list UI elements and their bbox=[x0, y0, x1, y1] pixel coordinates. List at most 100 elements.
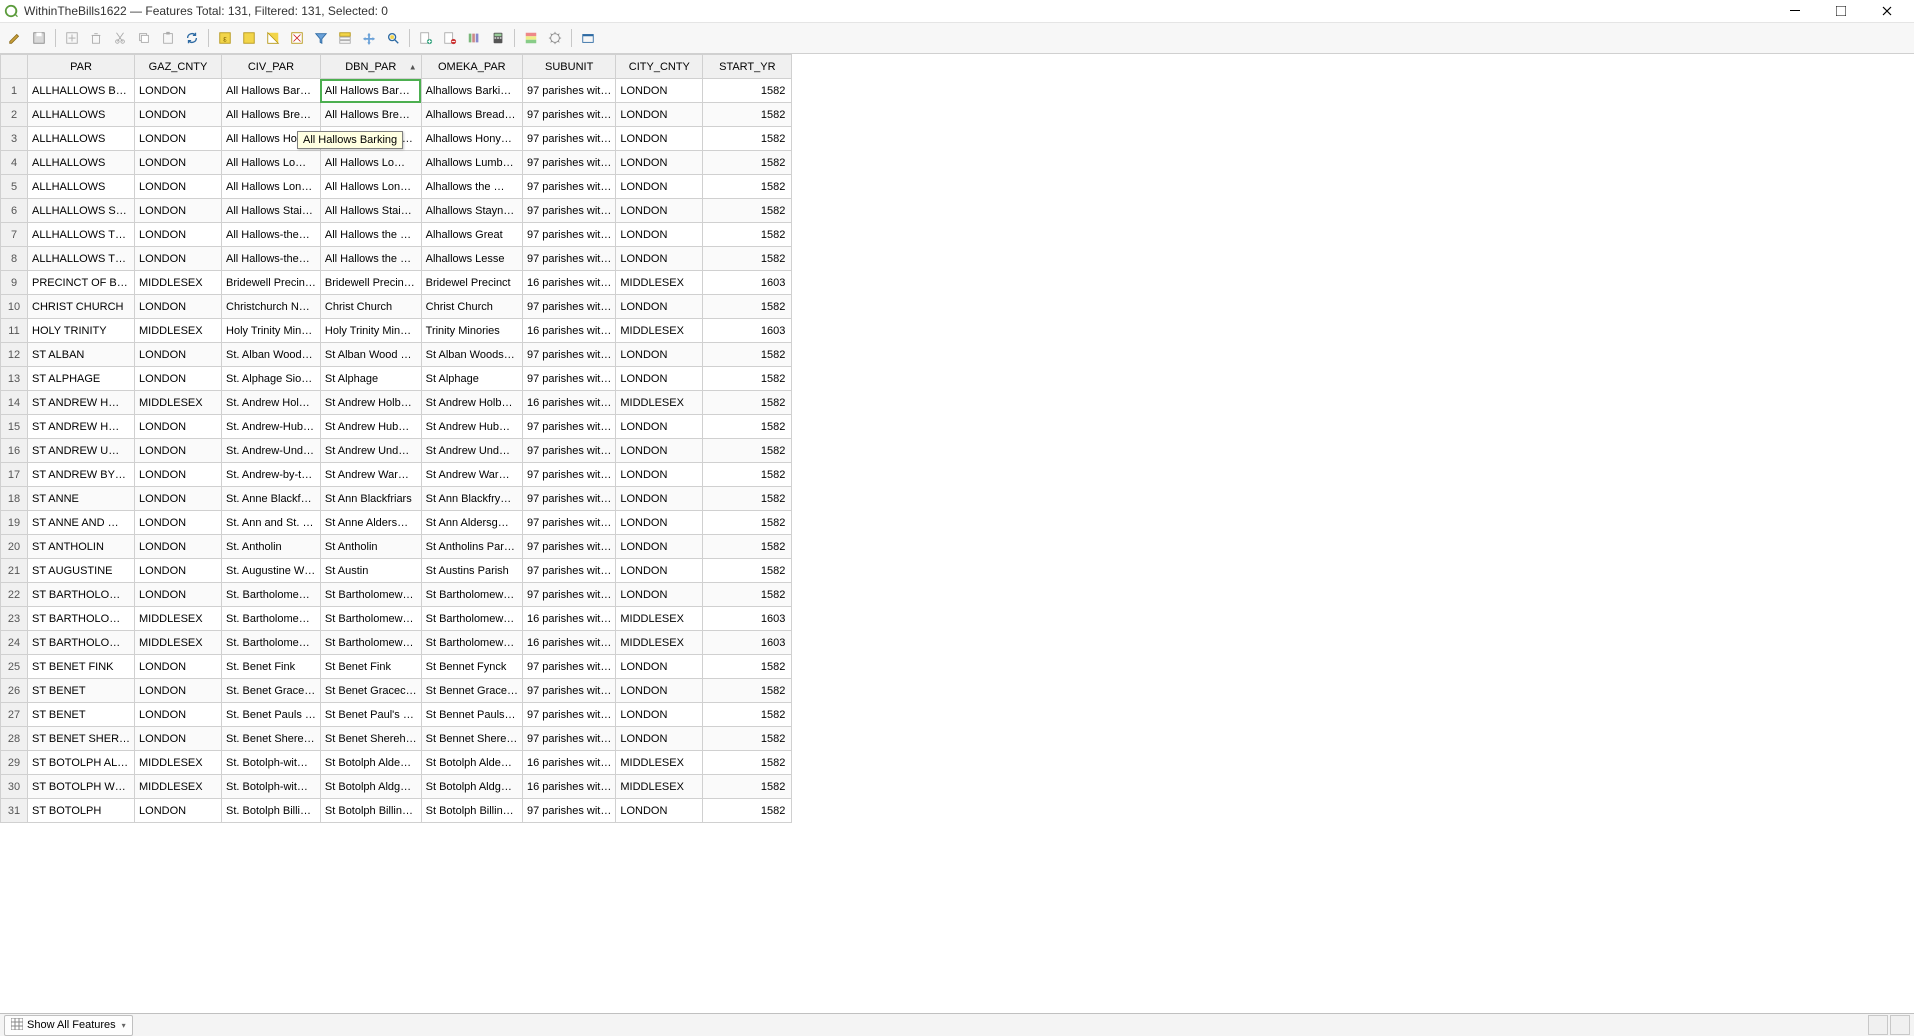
cell-sub[interactable]: 97 parishes wit… bbox=[522, 79, 615, 103]
table-row[interactable]: 9PRECINCT OF B…MIDDLESEXBridewell Precin… bbox=[1, 271, 792, 295]
cell-sub[interactable]: 97 parishes wit… bbox=[522, 655, 615, 679]
cell-par[interactable]: ST BARTHOLO… bbox=[28, 631, 135, 655]
delete-field-icon[interactable] bbox=[439, 27, 461, 49]
cell-yr[interactable]: 1582 bbox=[703, 487, 792, 511]
row-number-cell[interactable]: 29 bbox=[1, 751, 28, 775]
cell-yr[interactable]: 1582 bbox=[703, 535, 792, 559]
cell-sub[interactable]: 97 parishes wit… bbox=[522, 103, 615, 127]
cell-civ[interactable]: All Hallows Lo… bbox=[222, 151, 321, 175]
cell-dbn[interactable]: St Benet Gracec… bbox=[320, 679, 421, 703]
cell-dbn[interactable]: St Andrew Und… bbox=[320, 439, 421, 463]
cell-dbn[interactable]: All Hallows Stai… bbox=[320, 199, 421, 223]
table-row[interactable]: 16ST ANDREW U…LONDONSt. Andrew-Und…St An… bbox=[1, 439, 792, 463]
cell-dbn[interactable]: St Anne Alders… bbox=[320, 511, 421, 535]
cell-par[interactable]: ST BENET bbox=[28, 703, 135, 727]
cell-omk[interactable]: St Botolph Aldg… bbox=[421, 775, 522, 799]
table-row[interactable]: 24ST BARTHOLO…MIDDLESEXSt. Bartholome…St… bbox=[1, 631, 792, 655]
organize-columns-icon[interactable] bbox=[463, 27, 485, 49]
cell-gaz[interactable]: LONDON bbox=[135, 151, 222, 175]
minimize-button[interactable] bbox=[1772, 0, 1818, 22]
cell-yr[interactable]: 1582 bbox=[703, 175, 792, 199]
cell-civ[interactable]: St. Bartholome… bbox=[222, 583, 321, 607]
cell-par[interactable]: ALLHALLOWS S… bbox=[28, 199, 135, 223]
cell-yr[interactable]: 1582 bbox=[703, 775, 792, 799]
cell-cty[interactable]: MIDDLESEX bbox=[616, 271, 703, 295]
cell-dbn[interactable]: St Alban Wood … bbox=[320, 343, 421, 367]
row-number-cell[interactable]: 24 bbox=[1, 631, 28, 655]
cell-civ[interactable]: All Hallows Bar… bbox=[222, 79, 321, 103]
col-header-city-cnty[interactable]: CITY_CNTY bbox=[616, 55, 703, 79]
cell-gaz[interactable]: LONDON bbox=[135, 511, 222, 535]
actions-icon[interactable] bbox=[544, 27, 566, 49]
cell-omk[interactable]: St Andrew Hub… bbox=[421, 415, 522, 439]
table-row[interactable]: 2ALLHALLOWSLONDONAll Hallows Bre…All Hal… bbox=[1, 103, 792, 127]
row-number-cell[interactable]: 1 bbox=[1, 79, 28, 103]
cell-gaz[interactable]: LONDON bbox=[135, 247, 222, 271]
row-number-cell[interactable]: 2 bbox=[1, 103, 28, 127]
cell-cty[interactable]: LONDON bbox=[616, 223, 703, 247]
cell-civ[interactable]: St. Benet Pauls … bbox=[222, 703, 321, 727]
row-number-cell[interactable]: 12 bbox=[1, 343, 28, 367]
cell-dbn[interactable]: All Hallows Lon… bbox=[320, 175, 421, 199]
cell-gaz[interactable]: LONDON bbox=[135, 655, 222, 679]
cell-dbn[interactable]: Bridewell Precin… bbox=[320, 271, 421, 295]
row-number-cell[interactable]: 23 bbox=[1, 607, 28, 631]
cell-sub[interactable]: 97 parishes wit… bbox=[522, 343, 615, 367]
cell-cty[interactable]: LONDON bbox=[616, 151, 703, 175]
cell-gaz[interactable]: LONDON bbox=[135, 295, 222, 319]
cell-civ[interactable]: Christchurch N… bbox=[222, 295, 321, 319]
field-calculator-icon[interactable] bbox=[487, 27, 509, 49]
cell-yr[interactable]: 1603 bbox=[703, 271, 792, 295]
col-header-par[interactable]: PAR bbox=[28, 55, 135, 79]
cell-yr[interactable]: 1582 bbox=[703, 127, 792, 151]
cell-sub[interactable]: 97 parishes wit… bbox=[522, 247, 615, 271]
row-number-cell[interactable]: 21 bbox=[1, 559, 28, 583]
table-row[interactable]: 7ALLHALLOWS T…LONDONAll Hallows-the…All … bbox=[1, 223, 792, 247]
cell-yr[interactable]: 1582 bbox=[703, 559, 792, 583]
cell-gaz[interactable]: LONDON bbox=[135, 415, 222, 439]
move-selection-top-icon[interactable] bbox=[334, 27, 356, 49]
cell-sub[interactable]: 16 parishes wit… bbox=[522, 319, 615, 343]
cell-cty[interactable]: MIDDLESEX bbox=[616, 751, 703, 775]
row-number-cell[interactable]: 30 bbox=[1, 775, 28, 799]
row-number-cell[interactable]: 13 bbox=[1, 367, 28, 391]
cell-cty[interactable]: LONDON bbox=[616, 679, 703, 703]
cell-yr[interactable]: 1582 bbox=[703, 343, 792, 367]
cell-dbn[interactable]: St Bartholomew… bbox=[320, 583, 421, 607]
cell-omk[interactable]: Bridewel Precinct bbox=[421, 271, 522, 295]
cell-par[interactable]: ST ANTHOLIN bbox=[28, 535, 135, 559]
cell-gaz[interactable]: MIDDLESEX bbox=[135, 751, 222, 775]
cell-civ[interactable]: All Hallows Bre… bbox=[222, 103, 321, 127]
cell-par[interactable]: ST BENET SHER… bbox=[28, 727, 135, 751]
cell-omk[interactable]: St Bartholomew… bbox=[421, 631, 522, 655]
row-number-cell[interactable]: 17 bbox=[1, 463, 28, 487]
cell-omk[interactable]: St Botolph Billin… bbox=[421, 799, 522, 823]
cell-yr[interactable]: 1582 bbox=[703, 151, 792, 175]
table-row[interactable]: 13ST ALPHAGELONDONSt. Alphage Sio…St Alp… bbox=[1, 367, 792, 391]
cell-par[interactable]: ST BOTOLPH bbox=[28, 799, 135, 823]
cell-sub[interactable]: 97 parishes wit… bbox=[522, 679, 615, 703]
cell-cty[interactable]: LONDON bbox=[616, 343, 703, 367]
cell-gaz[interactable]: MIDDLESEX bbox=[135, 607, 222, 631]
cell-gaz[interactable]: LONDON bbox=[135, 583, 222, 607]
cell-gaz[interactable]: LONDON bbox=[135, 79, 222, 103]
col-header-omeka-par[interactable]: OMEKA_PAR bbox=[421, 55, 522, 79]
cell-yr[interactable]: 1582 bbox=[703, 655, 792, 679]
table-row[interactable]: 19ST ANNE AND …LONDONSt. Ann and St. …St… bbox=[1, 511, 792, 535]
cell-civ[interactable]: St. Andrew Hol… bbox=[222, 391, 321, 415]
cell-cty[interactable]: LONDON bbox=[616, 727, 703, 751]
paste-icon[interactable] bbox=[157, 27, 179, 49]
cell-dbn[interactable]: St Bartholomew… bbox=[320, 607, 421, 631]
add-feature-icon[interactable] bbox=[61, 27, 83, 49]
cell-omk[interactable]: St Bennet Fynck bbox=[421, 655, 522, 679]
save-edits-icon[interactable] bbox=[28, 27, 50, 49]
cell-omk[interactable]: St Austins Parish bbox=[421, 559, 522, 583]
cell-dbn[interactable]: St Botolph Alde… bbox=[320, 751, 421, 775]
cell-omk[interactable]: St Andrew Holb… bbox=[421, 391, 522, 415]
cell-dbn[interactable]: St Ann Blackfriars bbox=[320, 487, 421, 511]
cell-gaz[interactable]: MIDDLESEX bbox=[135, 631, 222, 655]
invert-selection-icon[interactable] bbox=[262, 27, 284, 49]
cell-civ[interactable]: St. Alphage Sio… bbox=[222, 367, 321, 391]
cell-civ[interactable]: Holy Trinity Min… bbox=[222, 319, 321, 343]
cell-sub[interactable]: 97 parishes wit… bbox=[522, 511, 615, 535]
